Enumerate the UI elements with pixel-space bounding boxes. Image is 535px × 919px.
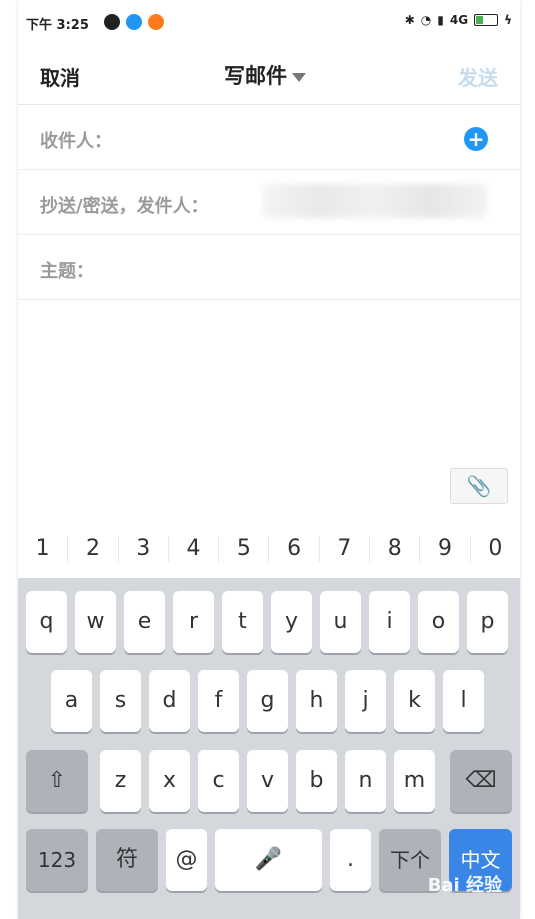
key-t[interactable]: t	[222, 591, 263, 653]
add-recipient-icon[interactable]: +	[464, 127, 488, 151]
shift-key[interactable]: ⇧	[26, 750, 88, 812]
status-right: ✱ ◔ ▮ 4G ϟ	[405, 13, 512, 27]
number-key[interactable]: 2	[68, 536, 119, 562]
send-button[interactable]: 发送	[458, 62, 498, 91]
dot-key[interactable]: .	[330, 829, 371, 891]
key-a[interactable]: a	[51, 670, 92, 732]
qq-icon	[104, 14, 120, 30]
key-h[interactable]: h	[296, 670, 337, 732]
number-key[interactable]: 4	[169, 536, 220, 562]
symbols-key[interactable]: 符	[96, 829, 158, 891]
key-w[interactable]: w	[75, 591, 116, 653]
status-bar: 下午 3:25 ✱ ◔ ▮ 4G ϟ	[18, 0, 520, 42]
key-x[interactable]: x	[149, 750, 190, 812]
key-b[interactable]: b	[296, 750, 337, 812]
key-u[interactable]: u	[320, 591, 361, 653]
network-label: 4G	[449, 13, 469, 27]
page-title-label: 写邮件	[224, 64, 287, 88]
charging-icon: ϟ	[504, 13, 512, 27]
number-key[interactable]: 9	[420, 536, 471, 562]
number-key[interactable]: 0	[471, 536, 520, 562]
number-key[interactable]: 1	[18, 536, 69, 562]
microphone-icon: 🎤	[254, 847, 283, 872]
number-key[interactable]: 5	[219, 536, 270, 562]
app-icon	[126, 14, 142, 30]
key-i[interactable]: i	[369, 591, 410, 653]
backspace-key[interactable]: ⌫	[450, 750, 512, 812]
numbers-key[interactable]: 123	[26, 829, 88, 891]
number-row: 1 2 3 4 5 6 7 8 9 0	[18, 520, 520, 578]
cc-field[interactable]: 抄送/密送，发件人：	[18, 170, 520, 235]
key-f[interactable]: f	[198, 670, 239, 732]
app-icon	[148, 14, 164, 30]
key-o[interactable]: o	[418, 591, 459, 653]
number-key[interactable]: 3	[119, 536, 169, 562]
to-label: 收件人：	[40, 131, 112, 152]
key-s[interactable]: s	[100, 670, 141, 732]
key-v[interactable]: v	[247, 750, 288, 812]
subject-field[interactable]: 主题：	[18, 235, 520, 300]
key-y[interactable]: y	[271, 591, 312, 653]
key-e[interactable]: e	[124, 591, 165, 653]
key-l[interactable]: l	[443, 670, 484, 732]
sender-address-blurred	[262, 184, 487, 218]
wifi-icon: ◔	[420, 13, 432, 27]
cc-label: 抄送/密送，发件人：	[40, 196, 209, 217]
cancel-button[interactable]: 取消	[40, 62, 80, 91]
battery-icon	[474, 14, 499, 26]
number-key[interactable]: 6	[269, 536, 320, 562]
status-time: 下午 3:25	[26, 18, 89, 33]
key-j[interactable]: j	[345, 670, 386, 732]
key-q[interactable]: q	[26, 591, 67, 653]
key-m[interactable]: m	[394, 750, 435, 812]
number-key[interactable]: 8	[370, 536, 421, 562]
key-p[interactable]: p	[467, 591, 508, 653]
key-c[interactable]: c	[198, 750, 239, 812]
backspace-icon: ⌫	[465, 768, 497, 793]
watermark: Bai 经验	[427, 875, 502, 896]
key-g[interactable]: g	[247, 670, 288, 732]
mail-body-input[interactable]: 📎	[18, 300, 520, 504]
key-n[interactable]: n	[345, 750, 386, 812]
chevron-down-icon	[292, 72, 306, 82]
paperclip-icon[interactable]: 📎	[450, 468, 508, 504]
page-title[interactable]: 写邮件	[224, 60, 306, 90]
key-k[interactable]: k	[394, 670, 435, 732]
key-r[interactable]: r	[173, 591, 214, 653]
keyboard: q w e r t y u i o p a s d f g h j k l ⇧ …	[18, 578, 520, 919]
mail-compose-screen: 下午 3:25 ✱ ◔ ▮ 4G ϟ 取消 写邮件 发送 收件人： + 抄送/密…	[18, 0, 520, 919]
number-key[interactable]: 7	[320, 536, 371, 562]
bluetooth-icon: ✱	[404, 13, 415, 27]
to-field[interactable]: 收件人： +	[18, 105, 520, 170]
subject-label: 主题：	[40, 261, 94, 282]
compose-header: 取消 写邮件 发送	[18, 42, 520, 105]
signal-icon: ▮	[437, 13, 444, 27]
space-key[interactable]: 🎤	[215, 829, 322, 891]
key-z[interactable]: z	[100, 750, 141, 812]
at-key[interactable]: @	[166, 829, 207, 891]
shift-icon: ⇧	[47, 768, 67, 793]
key-d[interactable]: d	[149, 670, 190, 732]
